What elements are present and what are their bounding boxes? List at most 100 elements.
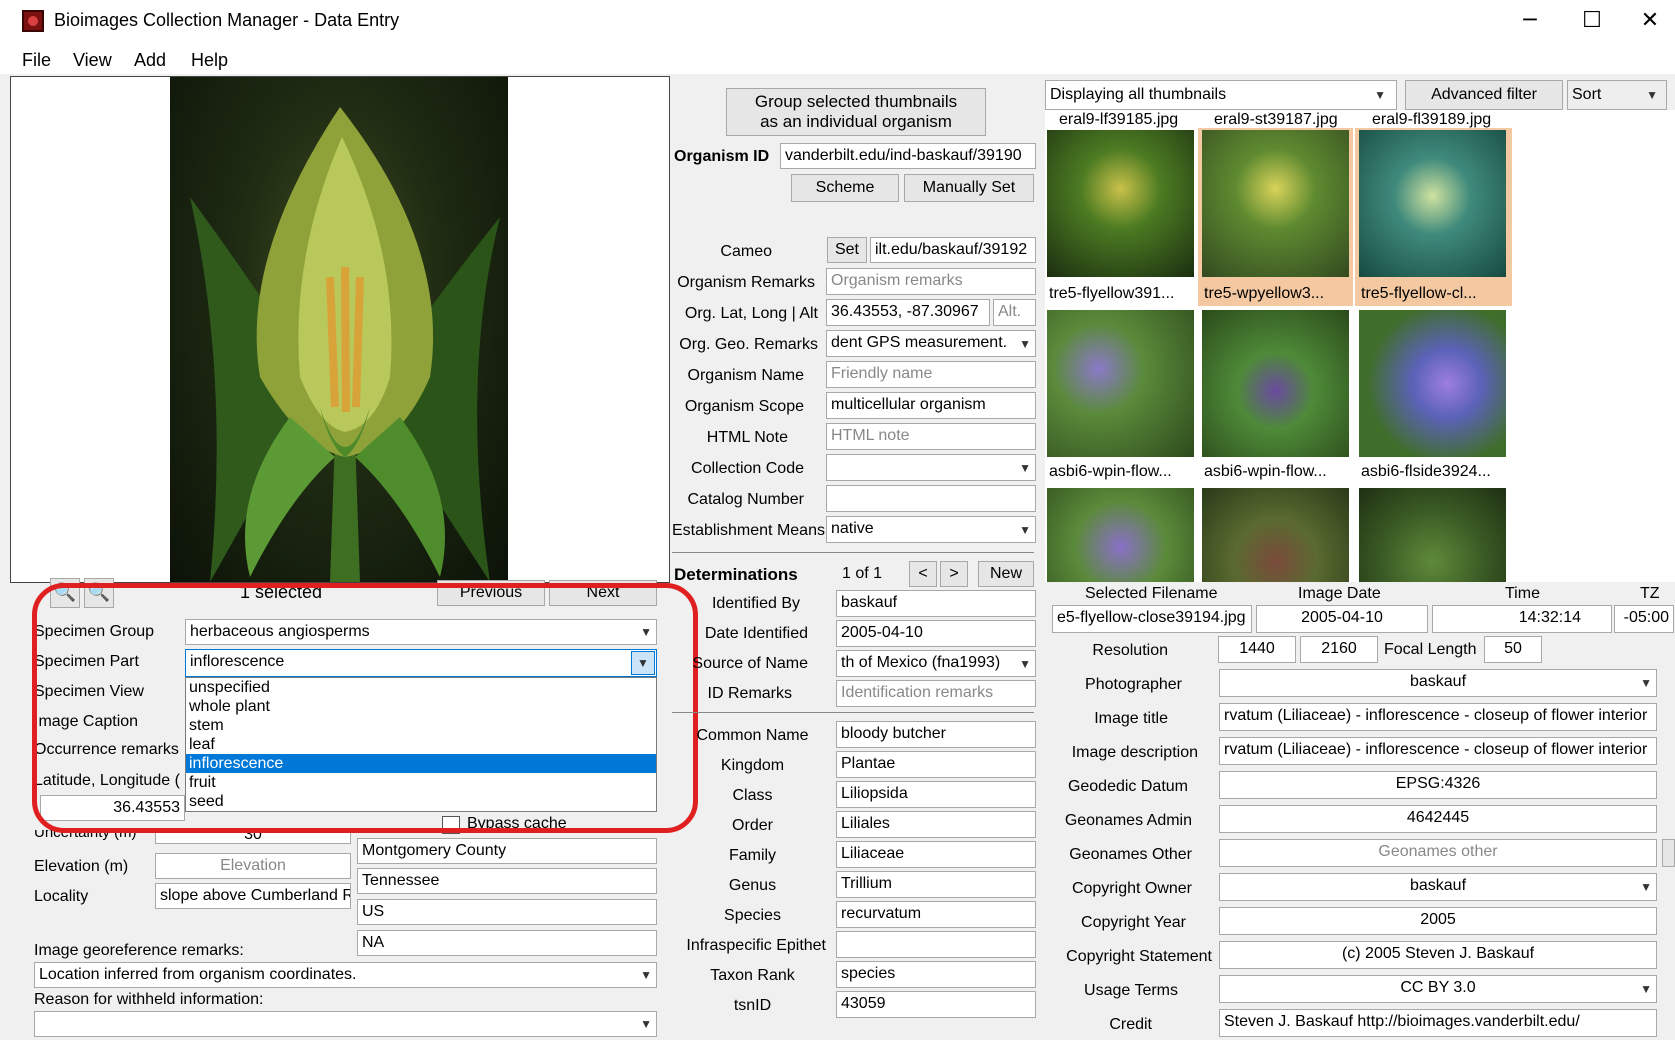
image-description-label: Image description bbox=[1071, 744, 1198, 761]
locality-field[interactable]: slope above Cumberland Ri bbox=[155, 883, 351, 909]
image-date-field[interactable]: 2005-04-10 bbox=[1256, 605, 1428, 633]
identified-by-field[interactable]: baskauf bbox=[836, 590, 1036, 617]
copyright-year-field[interactable]: 2005 bbox=[1219, 907, 1657, 935]
minimize-button[interactable]: ─ bbox=[1508, 6, 1552, 36]
date-identified-field[interactable]: 2005-04-10 bbox=[836, 620, 1036, 647]
determination-next-button[interactable]: > bbox=[940, 561, 968, 587]
georef-remarks-select[interactable]: Location inferred from organism coordina… bbox=[34, 962, 657, 988]
chevron-down-icon: ▼ bbox=[1019, 522, 1031, 537]
establishment-means-select[interactable]: native ▼ bbox=[826, 516, 1036, 543]
thumbnail-image[interactable] bbox=[1359, 130, 1506, 277]
organism-name-label: Organism Name bbox=[687, 367, 804, 384]
thumbnail-image[interactable] bbox=[1202, 130, 1349, 277]
org-latlong-label: Org. Lat, Long | Alt bbox=[684, 305, 818, 322]
thumbnail-filter-select[interactable]: Displaying all thumbnails ▼ bbox=[1045, 80, 1397, 110]
thumbnail-image[interactable] bbox=[1202, 488, 1349, 582]
common-name-field[interactable]: bloody butcher bbox=[836, 721, 1036, 748]
catalog-number-field[interactable] bbox=[826, 485, 1036, 512]
menu-file[interactable]: File bbox=[22, 50, 51, 71]
organism-name-field[interactable]: Friendly name bbox=[826, 361, 1036, 388]
thumbnail-image[interactable] bbox=[1047, 310, 1194, 457]
tz-field[interactable]: -05:00 bbox=[1614, 605, 1674, 633]
org-alt-field[interactable]: Alt. bbox=[993, 299, 1036, 326]
tsnid-label: tsnID bbox=[733, 997, 772, 1014]
thumbnail-caption: tre5-wpyellow3... bbox=[1204, 285, 1325, 302]
advanced-filter-button[interactable]: Advanced filter bbox=[1405, 80, 1563, 110]
county-field[interactable]: Montgomery County bbox=[357, 838, 657, 864]
resolution-width-field[interactable]: 1440 bbox=[1218, 636, 1296, 663]
thumbnail-grid[interactable]: eral9-lf39185.jpg eral9-st39187.jpg eral… bbox=[1045, 110, 1675, 582]
thumbnail-caption: asbi6-wpin-flow... bbox=[1204, 463, 1327, 480]
group-thumbnails-button[interactable]: Group selected thumbnails as an individu… bbox=[726, 88, 986, 136]
species-field[interactable]: recurvatum bbox=[836, 901, 1036, 928]
source-of-name-label: Source of Name bbox=[692, 655, 808, 672]
thumbnail-image[interactable] bbox=[1202, 310, 1349, 457]
determination-prev-button[interactable]: < bbox=[909, 561, 937, 587]
na-field[interactable]: NA bbox=[357, 930, 657, 956]
group-thumbnails-line1: Group selected thumbnails bbox=[754, 91, 958, 111]
scheme-button[interactable]: Scheme bbox=[791, 174, 899, 202]
menu-help[interactable]: Help bbox=[191, 50, 228, 71]
geodetic-datum-field[interactable]: EPSG:4326 bbox=[1219, 771, 1657, 799]
family-field[interactable]: Liliaceae bbox=[836, 841, 1036, 868]
elevation-field[interactable]: Elevation bbox=[155, 853, 351, 879]
organism-id-field[interactable]: vanderbilt.edu/ind-baskauf/39190 bbox=[780, 143, 1036, 169]
sort-select[interactable]: Sort ▼ bbox=[1567, 80, 1667, 110]
thumbnail-image[interactable] bbox=[1359, 488, 1506, 582]
taxon-rank-field[interactable]: species bbox=[836, 961, 1036, 988]
class-field[interactable]: Liliopsida bbox=[836, 781, 1036, 808]
tsnid-field[interactable]: 43059 bbox=[836, 991, 1036, 1018]
selected-filename-field[interactable]: e5-flyellow-close39194.jpg bbox=[1052, 605, 1252, 633]
order-field[interactable]: Liliales bbox=[836, 811, 1036, 838]
organism-scope-field[interactable]: multicellular organism bbox=[826, 392, 1036, 419]
copyright-owner-value: baskauf bbox=[1409, 877, 1467, 894]
image-description-field[interactable]: rvatum (Liliaceae) - inflorescence - clo… bbox=[1219, 737, 1657, 765]
withheld-info-select[interactable]: ▼ bbox=[34, 1011, 657, 1037]
time-field[interactable]: 14:32:14 bbox=[1432, 605, 1612, 633]
html-note-field[interactable]: HTML note bbox=[826, 423, 1036, 450]
id-remarks-field[interactable]: Identification remarks bbox=[836, 680, 1036, 707]
selected-filename-label: Selected Filename bbox=[1085, 585, 1218, 602]
chevron-down-icon: ▼ bbox=[1019, 460, 1031, 475]
geonames-other-field[interactable]: Geonames other bbox=[1219, 839, 1657, 867]
menu-view[interactable]: View bbox=[73, 50, 112, 71]
organism-scope-label: Organism Scope bbox=[684, 398, 804, 415]
org-latlong-field[interactable]: 36.43553, -87.30967 bbox=[826, 299, 990, 326]
close-button[interactable]: ✕ bbox=[1628, 6, 1672, 36]
geonames-admin-field[interactable]: 4642445 bbox=[1219, 805, 1657, 833]
catalog-number-label: Catalog Number bbox=[687, 491, 805, 508]
copyright-owner-select[interactable]: baskauf ▼ bbox=[1219, 873, 1657, 901]
copyright-statement-field[interactable]: (c) 2005 Steven J. Baskauf bbox=[1219, 941, 1657, 969]
chevron-down-icon: ▼ bbox=[1019, 656, 1031, 671]
determinations-title: Determinations bbox=[674, 565, 798, 584]
photographer-select[interactable]: baskauf ▼ bbox=[1219, 669, 1657, 697]
state-field[interactable]: Tennessee bbox=[357, 868, 657, 894]
country-field[interactable]: US bbox=[357, 899, 657, 925]
kingdom-field[interactable]: Plantae bbox=[836, 751, 1036, 778]
focal-length-label: Focal Length bbox=[1384, 641, 1477, 658]
copyright-year-label: Copyright Year bbox=[1081, 914, 1186, 931]
usage-terms-select[interactable]: CC BY 3.0 ▼ bbox=[1219, 975, 1657, 1003]
determination-new-button[interactable]: New bbox=[978, 561, 1034, 587]
genus-field[interactable]: Trillium bbox=[836, 871, 1036, 898]
menu-add[interactable]: Add bbox=[134, 50, 166, 71]
focal-length-field[interactable]: 50 bbox=[1484, 636, 1542, 663]
org-geo-remarks-select[interactable]: dent GPS measurement. ▼ bbox=[826, 330, 1036, 357]
collection-code-select[interactable]: ▼ bbox=[826, 454, 1036, 481]
resolution-height-field[interactable]: 2160 bbox=[1300, 636, 1378, 663]
thumbnail-image[interactable] bbox=[1047, 130, 1194, 277]
manually-set-button[interactable]: Manually Set bbox=[904, 174, 1034, 202]
source-of-name-select[interactable]: th of Mexico (fna1993) ▼ bbox=[836, 650, 1036, 677]
side-button[interactable] bbox=[1662, 839, 1675, 867]
image-title-field[interactable]: rvatum (Liliaceae) - inflorescence - clo… bbox=[1219, 703, 1657, 731]
sort-value: Sort bbox=[1572, 86, 1602, 103]
infraspecific-epithet-field[interactable] bbox=[836, 931, 1036, 958]
thumbnail-image[interactable] bbox=[1359, 310, 1506, 457]
cameo-set-button[interactable]: Set bbox=[827, 237, 867, 263]
organism-remarks-field[interactable]: Organism remarks bbox=[826, 268, 1036, 295]
maximize-button[interactable]: ☐ bbox=[1570, 6, 1614, 36]
thumbnail-caption: asbi6-wpin-flow... bbox=[1049, 463, 1172, 480]
thumbnail-image[interactable] bbox=[1047, 488, 1194, 582]
cameo-field[interactable]: ilt.edu/baskauf/39192 bbox=[870, 237, 1036, 263]
credit-field[interactable]: Steven J. Baskauf http://bioimages.vande… bbox=[1219, 1009, 1657, 1037]
